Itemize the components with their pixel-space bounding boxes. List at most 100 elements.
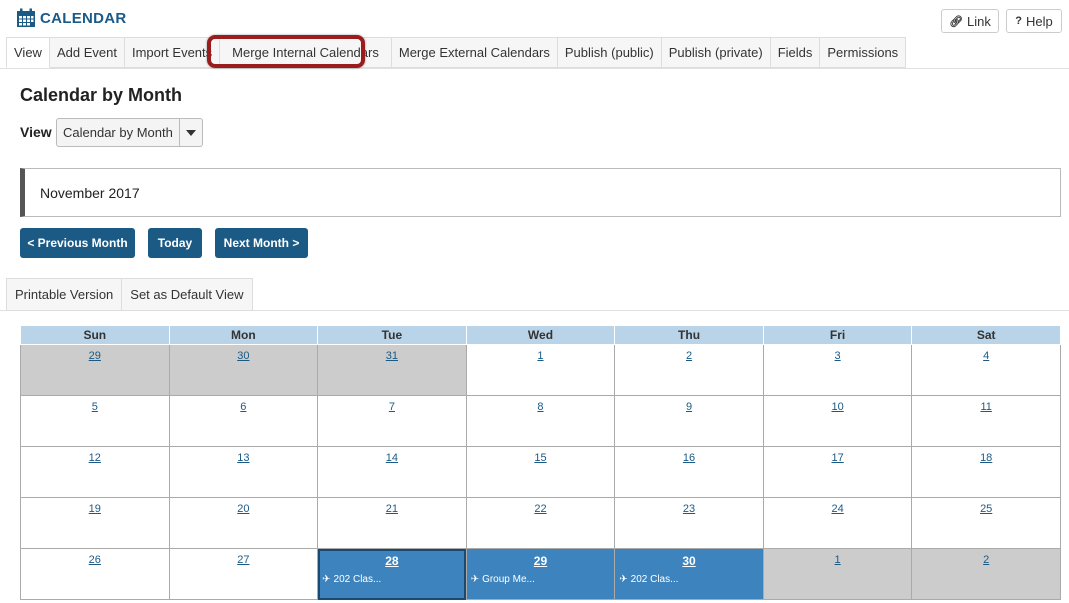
set-default-view-tab[interactable]: Set as Default View	[122, 278, 253, 311]
link-button-label: Link	[967, 13, 991, 29]
day-number-link[interactable]: 13	[237, 452, 249, 464]
today-button[interactable]: Today	[148, 228, 202, 258]
day-cell: 29 ✈ Group Me...	[465, 548, 616, 600]
day-cell: 26	[20, 548, 170, 600]
event-link[interactable]: ✈ Group Me...	[471, 574, 535, 585]
day-cell: 17	[762, 446, 913, 498]
weekday-header: Wed	[465, 325, 616, 345]
tab-publish-public[interactable]: Publish (public)	[557, 37, 662, 68]
day-cell: 13	[168, 446, 319, 498]
day-number-link[interactable]: 7	[389, 401, 395, 413]
day-number-link[interactable]: 20	[237, 503, 249, 515]
day-cell: 21	[317, 497, 467, 549]
day-cell: 31	[317, 344, 467, 396]
day-number-link[interactable]: 21	[386, 503, 398, 515]
day-number-link[interactable]: 25	[980, 503, 992, 515]
day-number-link[interactable]: 27	[237, 554, 249, 566]
tab-add-event[interactable]: Add Event	[49, 37, 125, 68]
day-number-link[interactable]: 11	[980, 401, 991, 413]
day-number-link[interactable]: 1	[537, 350, 543, 362]
day-cell: 9	[614, 395, 764, 447]
tab-import-events[interactable]: Import Events	[124, 37, 221, 68]
page-title: Calendar by Month	[20, 85, 183, 105]
day-number-link[interactable]: 29	[534, 554, 547, 568]
event-link[interactable]: ✈ 202 Clas...	[322, 574, 381, 585]
weekday-header: Sun	[20, 325, 170, 345]
weekday-header: Tue	[317, 325, 467, 345]
day-number-link[interactable]: 28	[385, 554, 398, 568]
day-number-link[interactable]: 14	[386, 452, 398, 464]
day-number-link[interactable]: 24	[831, 503, 843, 515]
month-calendar: Sun Mon Tue Wed Thu Fri Sat 29 30 31 1 2 3 4 5 6 7 8 9 10 1…	[20, 325, 1061, 600]
day-cell: 18	[911, 446, 1061, 498]
calendar-icon	[17, 8, 35, 27]
day-number-link[interactable]: 22	[534, 503, 546, 515]
day-cell: 14	[317, 446, 467, 498]
tool-title-text: CALENDAR	[40, 9, 127, 27]
day-number-link[interactable]: 29	[89, 350, 101, 362]
tab-merge-external-calendars[interactable]: Merge External Calendars	[391, 37, 558, 68]
view-options: Printable Version Set as Default View	[6, 278, 253, 311]
day-cell: 4	[911, 344, 1061, 396]
link-icon: 🔗︎	[949, 15, 964, 28]
day-number-link[interactable]: 16	[683, 452, 695, 464]
tab-fields[interactable]: Fields	[770, 37, 821, 68]
next-month-button[interactable]: Next Month >	[215, 228, 308, 258]
day-number-link[interactable]: 3	[835, 350, 841, 362]
day-cell: 12	[20, 446, 170, 498]
event-icon: ✈	[322, 574, 331, 585]
printable-version-tab[interactable]: Printable Version	[6, 278, 123, 311]
day-number-link[interactable]: 19	[89, 503, 101, 515]
weekday-header: Mon	[168, 325, 319, 345]
help-icon: ?	[1015, 15, 1022, 27]
help-button[interactable]: ? Help	[1006, 9, 1062, 33]
week-row: 29 30 31 1 2 3 4	[20, 344, 1061, 396]
day-number-link[interactable]: 26	[89, 554, 101, 566]
day-number-link[interactable]: 2	[983, 554, 989, 566]
help-button-label: Help	[1025, 13, 1053, 29]
tab-merge-internal-calendars[interactable]: Merge Internal Calendars	[220, 37, 392, 68]
day-cell: 16	[614, 446, 764, 498]
event-link[interactable]: ✈ 202 Clas...	[619, 574, 678, 585]
event-icon: ✈	[470, 574, 480, 585]
day-number-link[interactable]: 9	[686, 401, 692, 413]
day-cell: 10	[762, 395, 913, 447]
event-title: 202 Clas...	[630, 574, 679, 585]
view-select[interactable]: Calendar by Month	[56, 118, 203, 147]
day-number-link[interactable]: 1	[835, 554, 841, 566]
day-number-link[interactable]: 15	[534, 452, 546, 464]
previous-month-button[interactable]: < Previous Month	[20, 228, 135, 258]
day-cell: 3	[762, 344, 913, 396]
day-number-link[interactable]: 12	[89, 452, 101, 464]
day-number-link[interactable]: 18	[980, 452, 992, 464]
day-cell: 28 ✈ 202 Clas...	[317, 548, 467, 600]
day-cell: 19	[20, 497, 170, 549]
day-cell: 29	[20, 344, 170, 396]
day-number-link[interactable]: 8	[537, 401, 543, 413]
day-cell: 24	[762, 497, 913, 549]
day-number-link[interactable]: 5	[92, 401, 98, 413]
tab-publish-private[interactable]: Publish (private)	[661, 37, 771, 68]
day-number-link[interactable]: 17	[831, 452, 843, 464]
day-number-link[interactable]: 23	[683, 503, 695, 515]
day-number-link[interactable]: 31	[386, 350, 398, 362]
day-number-link[interactable]: 30	[682, 554, 695, 568]
day-cell: 25	[911, 497, 1061, 549]
day-cell: 22	[465, 497, 616, 549]
day-number-link[interactable]: 10	[831, 401, 843, 413]
weekday-header: Fri	[762, 325, 913, 345]
day-number-link[interactable]: 6	[240, 401, 246, 413]
tab-view[interactable]: View	[6, 37, 50, 68]
day-number-link[interactable]: 30	[237, 350, 249, 362]
week-row: 26 27 28 ✈ 202 Clas... 29 ✈ Group Me... 30 ✈ 202 C…	[20, 548, 1061, 600]
day-number-link[interactable]: 2	[686, 350, 692, 362]
day-number-link[interactable]: 4	[983, 350, 989, 362]
tab-permissions[interactable]: Permissions	[820, 37, 907, 68]
day-cell: 2	[614, 344, 764, 396]
link-button[interactable]: 🔗︎ Link	[941, 9, 999, 33]
view-select-value: Calendar by Month	[63, 125, 173, 140]
day-cell: 30 ✈ 202 Clas...	[614, 548, 764, 600]
weekday-header-row: Sun Mon Tue Wed Thu Fri Sat	[20, 325, 1061, 345]
event-icon: ✈	[619, 574, 628, 585]
view-label: View	[20, 124, 52, 140]
